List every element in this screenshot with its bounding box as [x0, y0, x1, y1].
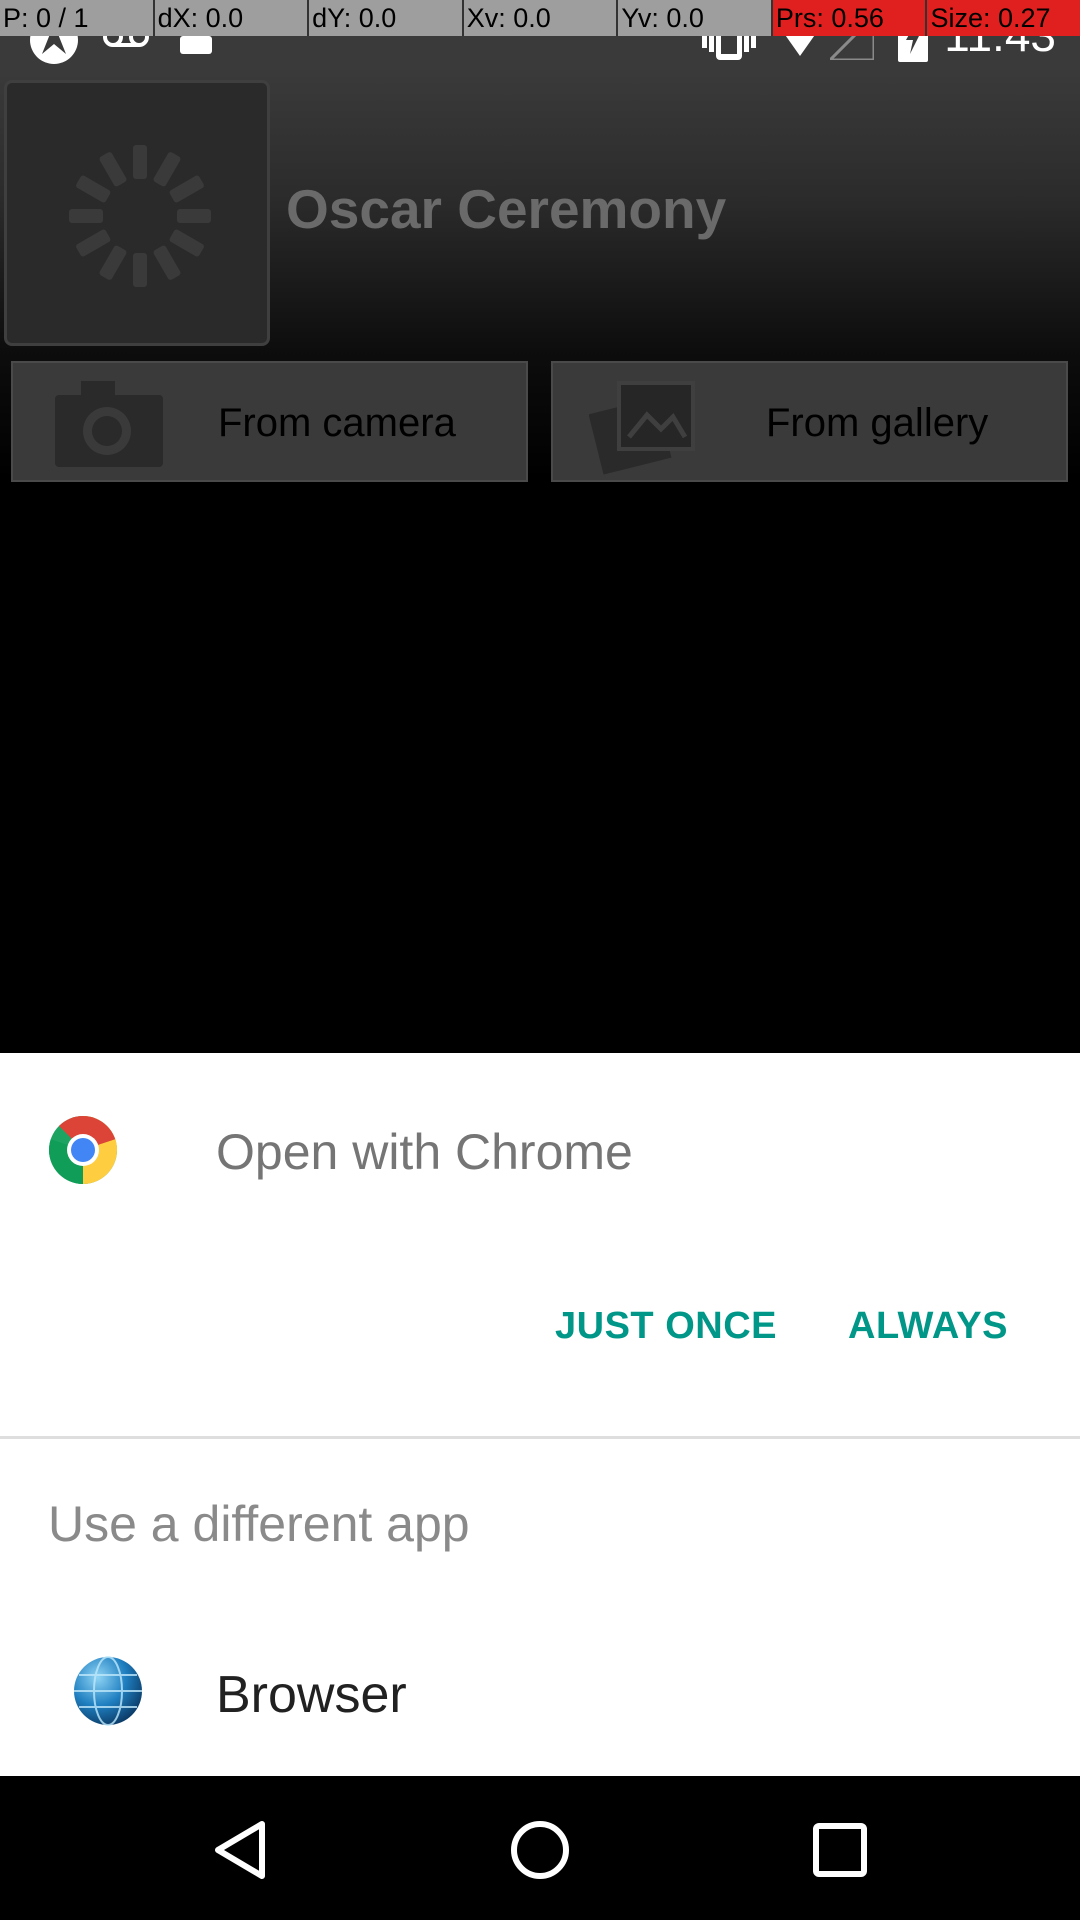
chooser-header: Open with Chrome JUST ONCE ALWAYS: [0, 1053, 1080, 1438]
sheet-divider: [0, 1436, 1080, 1439]
photo-placeholder[interactable]: [4, 80, 270, 346]
use-different-app-label: Use a different app: [48, 1496, 470, 1552]
recents-icon[interactable]: [800, 1810, 880, 1890]
pointer-debug-bar: P: 0 / 1 dX: 0.0 dY: 0.0 Xv: 0.0 Yv: 0.0…: [0, 0, 1080, 36]
chooser-title: Open with Chrome: [216, 1124, 633, 1180]
from-camera-button[interactable]: From camera: [11, 361, 528, 482]
navigation-bar: [0, 1776, 1080, 1920]
app-option-label: Browser: [216, 1666, 407, 1724]
app-chooser-sheet: Open with Chrome JUST ONCE ALWAYS Use a …: [0, 1053, 1080, 1776]
debug-xv: Xv: 0.0: [461, 0, 617, 36]
debug-dx: dX: 0.0: [152, 0, 308, 36]
browser-globe-icon: [74, 1656, 142, 1726]
debug-pointer: P: 0 / 1: [3, 3, 89, 33]
debug-yv: Yv: 0.0: [616, 0, 771, 36]
just-once-button[interactable]: JUST ONCE: [555, 1305, 777, 1348]
from-camera-label: From camera: [218, 401, 456, 445]
app-title: Oscar Ceremony: [286, 178, 727, 240]
from-gallery-button[interactable]: From gallery: [551, 361, 1068, 482]
status-bar: 11:43 P: 0 / 1 dX: 0.0 dY: 0.0 Xv: 0.0 Y…: [0, 0, 1080, 72]
debug-size: Size: 0.27: [925, 0, 1080, 36]
chrome-icon: [49, 1116, 117, 1184]
back-icon[interactable]: [200, 1810, 280, 1890]
app-option-browser[interactable]: Browser: [0, 1623, 1080, 1773]
app-header: Oscar Ceremony: [0, 72, 1080, 352]
loading-spinner-icon: [69, 145, 211, 287]
home-icon[interactable]: [500, 1810, 580, 1890]
screen: Oscar Ceremony From camera From gallery: [0, 0, 1080, 1920]
debug-pressure: Prs: 0.56: [770, 0, 926, 36]
always-button[interactable]: ALWAYS: [848, 1305, 1008, 1348]
debug-dy: dY: 0.0: [307, 0, 462, 36]
gallery-icon: [589, 381, 695, 475]
camera-icon: [55, 381, 163, 467]
from-gallery-label: From gallery: [766, 401, 989, 445]
